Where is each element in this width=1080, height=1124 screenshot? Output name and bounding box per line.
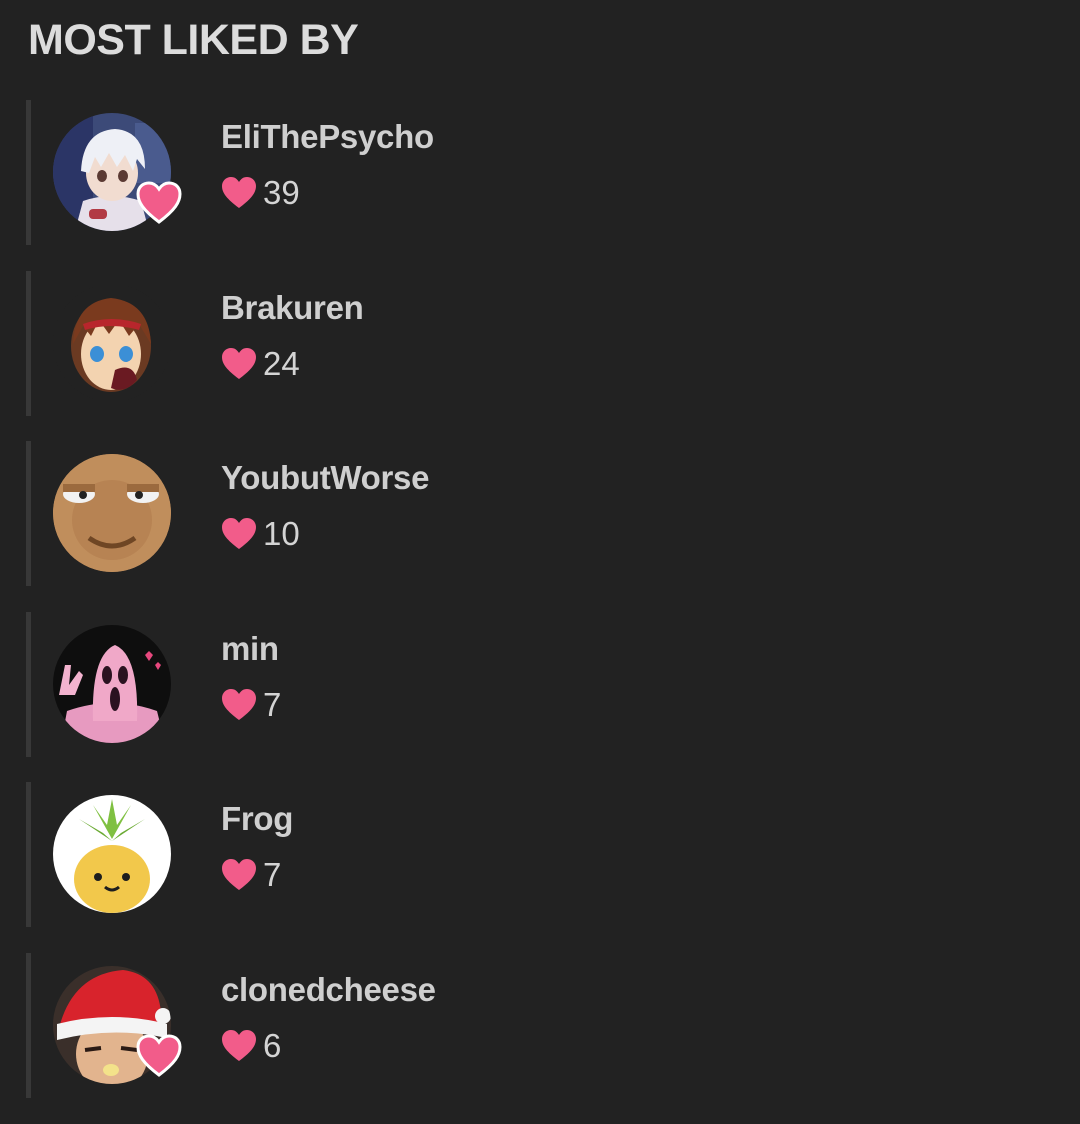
liked-by-list: EliThePsycho 39 Brakuren 24 YoubutWorse … bbox=[0, 100, 1080, 1124]
like-count: 10 bbox=[221, 515, 300, 553]
like-count-value: 7 bbox=[263, 856, 282, 894]
heart-icon bbox=[222, 518, 256, 550]
section-title: MOST LIKED BY bbox=[28, 16, 359, 64]
like-count-value: 6 bbox=[263, 1026, 282, 1064]
like-count: 39 bbox=[221, 174, 300, 211]
heart-icon bbox=[222, 859, 256, 891]
like-count: 7 bbox=[221, 685, 282, 723]
like-count: 7 bbox=[221, 856, 282, 894]
row-divider bbox=[26, 952, 31, 1098]
list-item[interactable]: YoubutWorse 10 bbox=[0, 441, 1080, 587]
like-count-value: 7 bbox=[263, 685, 282, 723]
heart-icon bbox=[222, 177, 256, 208]
username[interactable]: clonedcheese bbox=[221, 971, 436, 1009]
list-item[interactable]: min 7 bbox=[0, 611, 1080, 757]
list-item[interactable]: EliThePsycho 39 bbox=[0, 100, 1080, 245]
like-count-value: 39 bbox=[263, 174, 300, 211]
row-divider bbox=[26, 270, 31, 416]
avatar[interactable] bbox=[53, 795, 171, 914]
like-count-value: 10 bbox=[263, 515, 300, 553]
like-count: 24 bbox=[221, 344, 300, 382]
heart-badge-icon bbox=[136, 1034, 182, 1077]
username[interactable]: Frog bbox=[221, 800, 293, 838]
list-item[interactable]: Frog 7 bbox=[0, 782, 1080, 928]
row-divider bbox=[26, 100, 31, 245]
username[interactable]: EliThePsycho bbox=[221, 118, 434, 156]
username[interactable]: YoubutWorse bbox=[221, 459, 429, 497]
heart-icon bbox=[222, 1029, 256, 1061]
username[interactable]: min bbox=[221, 630, 279, 668]
avatar[interactable] bbox=[53, 454, 171, 573]
avatar[interactable] bbox=[53, 283, 171, 402]
heart-icon bbox=[222, 688, 256, 720]
heart-badge-icon bbox=[136, 181, 182, 224]
like-count-value: 24 bbox=[263, 344, 300, 382]
username[interactable]: Brakuren bbox=[221, 289, 364, 327]
row-divider bbox=[26, 611, 31, 757]
row-divider bbox=[26, 441, 31, 587]
avatar[interactable] bbox=[53, 624, 171, 743]
like-count: 6 bbox=[221, 1026, 282, 1064]
row-divider bbox=[26, 782, 31, 928]
list-item[interactable]: Brakuren 24 bbox=[0, 270, 1080, 416]
list-item[interactable]: clonedcheese 6 bbox=[0, 952, 1080, 1098]
heart-icon bbox=[222, 347, 256, 379]
